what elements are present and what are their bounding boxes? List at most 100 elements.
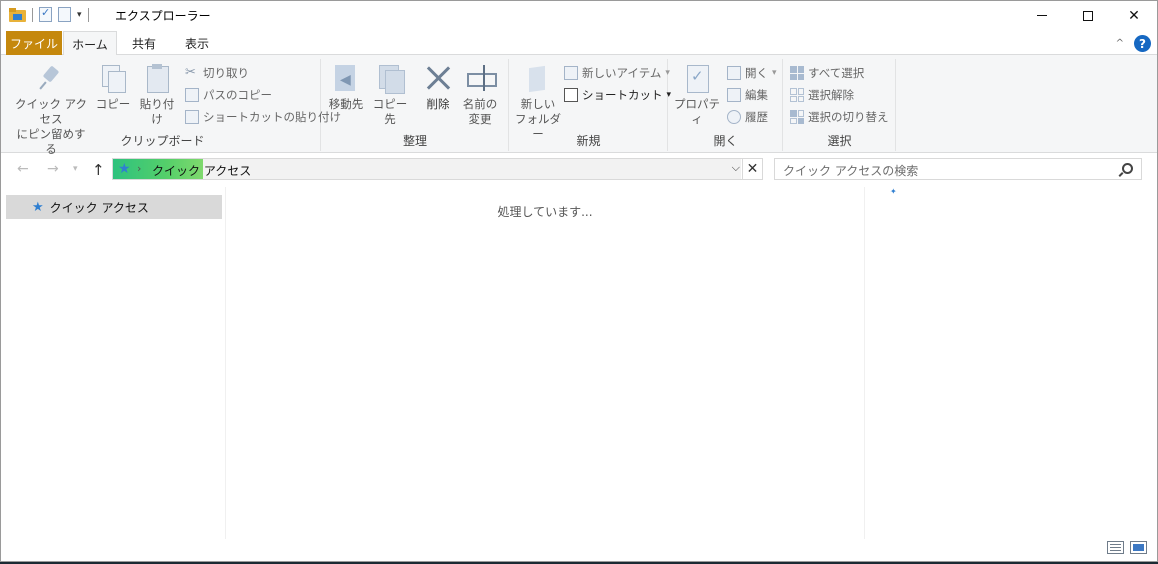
copy-label: コピー (95, 97, 131, 111)
rename-button[interactable]: 名前の 変更 (460, 63, 500, 127)
window-controls: ✕ (1019, 1, 1157, 30)
clipboard-group-label: クリップボード (120, 134, 205, 148)
breadcrumb-chevron-icon[interactable]: › (137, 162, 141, 175)
up-arrow-icon[interactable]: ↑ (92, 161, 105, 179)
ribbon: クイック アクセス にピン留めする コピー 貼り付け ✂ 切り取り パスのコピー (1, 55, 1157, 156)
address-field-background (203, 159, 741, 179)
collapse-ribbon-icon[interactable]: ^ (1116, 38, 1124, 49)
new-folder-icon (523, 63, 553, 93)
back-arrow-icon[interactable]: ← (17, 161, 29, 177)
shortcut-label: ショートカット (582, 88, 663, 102)
edit-button[interactable]: 編集 (727, 87, 768, 103)
ribbon-tabs: ファイル ホーム 共有 表示 ^ ? (1, 31, 1157, 56)
forward-arrow-icon[interactable]: → (47, 161, 59, 177)
delete-label: 削除 (426, 97, 450, 111)
navigation-pane: ★ クイック アクセス (1, 187, 225, 539)
search-box[interactable]: クイック アクセスの検索 (774, 158, 1142, 180)
history-button[interactable]: 履歴 (727, 109, 768, 125)
paste-button[interactable]: 貼り付け (135, 63, 179, 127)
address-dropdown-icon[interactable]: ⌵ (732, 161, 740, 175)
breadcrumb-quick-access[interactable]: クイック アクセス (152, 162, 251, 179)
properties-button[interactable]: プロパティ (671, 63, 723, 127)
loading-spinner-icon: ✦ (890, 187, 897, 196)
delete-button[interactable]: 削除 (422, 63, 454, 112)
select-none-button[interactable]: 選択解除 (790, 87, 854, 103)
explorer-folder-icon[interactable] (9, 7, 26, 22)
invert-selection-label: 選択の切り替え (808, 110, 889, 124)
copy-path-button[interactable]: パスのコピー (185, 87, 272, 103)
address-clear-icon[interactable]: ✕ (742, 159, 762, 179)
edit-label: 編集 (745, 88, 768, 102)
tab-home[interactable]: ホーム (63, 31, 117, 56)
new-item-icon (564, 66, 578, 80)
file-list-pane[interactable]: 処理しています... (225, 187, 865, 539)
details-view-icon[interactable] (1107, 541, 1124, 554)
shortcut-icon (564, 88, 578, 102)
open-button[interactable]: 開く ▾ (727, 65, 777, 81)
rename-icon (465, 63, 497, 93)
select-all-label: すべて選択 (808, 66, 865, 80)
select-group-label: 選択 (827, 134, 852, 148)
properties-label: プロパティ (674, 97, 720, 126)
select-group: すべて選択 選択解除 選択の切り替え 選択 (784, 59, 896, 151)
minimize-button[interactable] (1019, 1, 1065, 30)
qat-separator (87, 7, 89, 22)
window-title: エクスプローラー (115, 9, 211, 23)
copy-to-label: コピー先 (372, 97, 408, 126)
select-none-label: 選択解除 (808, 88, 854, 102)
select-all-icon (790, 66, 804, 80)
copy-path-label: パスのコピー (203, 88, 272, 102)
history-label: 履歴 (745, 110, 768, 124)
tab-share[interactable]: 共有 (121, 31, 167, 55)
clipboard-group: クイック アクセス にピン留めする コピー 貼り付け ✂ 切り取り パスのコピー (5, 59, 341, 156)
explorer-window: ▾ エクスプローラー ✕ ファイル ホーム 共有 表示 ^ ? クイック アクセ… (0, 0, 1158, 562)
large-icons-view-icon[interactable] (1130, 541, 1147, 554)
qat-customize-dropdown-icon[interactable]: ▾ (77, 10, 82, 20)
new-folder-qat-icon[interactable] (58, 7, 71, 22)
copy-to-button[interactable]: コピー先 (368, 63, 412, 127)
navigation-row: ← → ▾ ↑ ★ › クイック アクセス ⌵ ✕ クイック アクセスの検索 (1, 154, 1157, 186)
open-group: プロパティ 開く ▾ 編集 履歴 開く (669, 59, 783, 151)
new-group: 新しい フォルダー 新しいアイテム ▾ ショートカット ▾ 新規 (510, 59, 671, 151)
close-button[interactable]: ✕ (1111, 1, 1157, 30)
address-bar[interactable]: ★ › クイック アクセス ⌵ ✕ (112, 158, 763, 180)
move-to-label: 移動先 (328, 97, 364, 111)
easy-access-shortcut-button[interactable]: ショートカット ▾ (564, 87, 671, 103)
paste-label: 貼り付け (139, 97, 175, 126)
cut-button[interactable]: ✂ 切り取り (185, 65, 249, 81)
nav-item-quick-access[interactable]: ★ クイック アクセス (6, 195, 222, 219)
move-to-icon (331, 63, 361, 93)
copy-icon (98, 63, 128, 93)
rename-label-line2: 変更 (468, 112, 492, 126)
recent-locations-chevron-icon[interactable]: ▾ (73, 164, 78, 174)
status-bar (1, 539, 1157, 561)
cut-label: 切り取り (203, 66, 249, 80)
search-placeholder: クイック アクセスの検索 (783, 164, 919, 178)
search-icon[interactable] (1122, 163, 1133, 174)
pin-icon (36, 63, 66, 93)
new-folder-button[interactable]: 新しい フォルダー (512, 63, 564, 142)
view-switcher (1107, 541, 1147, 554)
new-group-label: 新規 (576, 134, 601, 148)
properties-qat-icon[interactable] (39, 6, 52, 22)
copy-to-icon (375, 63, 405, 94)
select-none-icon (790, 88, 804, 102)
processing-message: 処理しています... (497, 205, 593, 219)
help-icon[interactable]: ? (1134, 35, 1151, 52)
paste-shortcut-icon (185, 110, 199, 124)
paste-shortcut-label: ショートカットの貼り付け (203, 110, 341, 124)
minimize-icon (1037, 15, 1047, 16)
scissors-icon: ✂ (185, 65, 196, 80)
maximize-button[interactable] (1065, 1, 1111, 30)
move-to-button[interactable]: 移動先 (326, 63, 366, 112)
tab-file[interactable]: ファイル (6, 31, 62, 55)
organize-group: 移動先 コピー先 削除 名前の 変更 整理 (322, 59, 509, 151)
organize-group-label: 整理 (402, 134, 427, 148)
invert-selection-button[interactable]: 選択の切り替え (790, 109, 889, 125)
select-all-button[interactable]: すべて選択 (790, 65, 864, 81)
close-icon: ✕ (1128, 7, 1140, 24)
tab-view[interactable]: 表示 (173, 31, 221, 55)
copy-button[interactable]: コピー (95, 63, 131, 112)
new-item-button[interactable]: 新しいアイテム ▾ (564, 65, 670, 81)
paste-shortcut-button[interactable]: ショートカットの貼り付け (185, 109, 341, 125)
